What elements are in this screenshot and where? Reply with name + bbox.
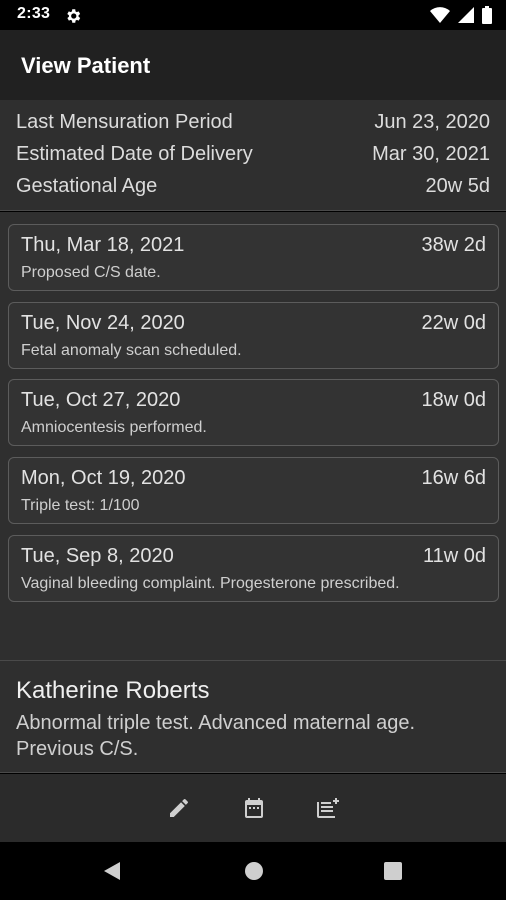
- settings-gear-icon: [67, 9, 81, 23]
- event-card[interactable]: Thu, Mar 18, 2021 38w 2d Proposed C/S da…: [8, 224, 499, 291]
- event-card[interactable]: Mon, Oct 19, 2020 16w 6d Triple test: 1/…: [8, 457, 499, 524]
- summary-label: Last Mensuration Period: [16, 111, 233, 133]
- summary-row-edd: Estimated Date of Delivery Mar 30, 2021: [16, 143, 490, 173]
- edit-button[interactable]: [165, 794, 193, 822]
- system-navigation-bar: [0, 842, 506, 900]
- system-icons: [430, 6, 492, 24]
- summary-label: Gestational Age: [16, 175, 158, 197]
- app-bar: View Patient: [0, 30, 506, 100]
- pregnancy-summary: Last Mensuration Period Jun 23, 2020 Est…: [0, 100, 506, 211]
- event-note: Proposed C/S date.: [21, 264, 161, 281]
- event-date: Thu, Mar 18, 2021: [21, 234, 185, 256]
- add-note-icon: [317, 798, 339, 818]
- patient-info: Katherine Roberts Abnormal triple test. …: [0, 660, 506, 773]
- status-time: 2:33: [17, 5, 51, 22]
- cellular-signal-icon: [458, 7, 474, 23]
- summary-value: Mar 30, 2021: [372, 143, 490, 165]
- home-icon[interactable]: [244, 861, 264, 881]
- event-note: Fetal anomaly scan scheduled.: [21, 342, 242, 359]
- event-list[interactable]: Thu, Mar 18, 2021 38w 2d Proposed C/S da…: [0, 212, 506, 660]
- summary-value: Jun 23, 2020: [374, 111, 490, 133]
- event-gestational-age: 11w 0d: [422, 545, 486, 567]
- summary-row-gestational-age: Gestational Age 20w 5d: [16, 175, 490, 205]
- wifi-icon: [430, 7, 450, 23]
- summary-row-lmp: Last Mensuration Period Jun 23, 2020: [16, 111, 490, 141]
- event-card[interactable]: Tue, Nov 24, 2020 22w 0d Fetal anomaly s…: [8, 302, 499, 369]
- back-icon[interactable]: [102, 861, 122, 881]
- summary-label: Estimated Date of Delivery: [16, 143, 253, 165]
- edit-icon: [170, 798, 189, 817]
- event-note: Triple test: 1/100: [21, 497, 140, 514]
- status-bar: 2:33: [0, 0, 506, 30]
- schedule-button[interactable]: [240, 794, 268, 822]
- patient-description: Abnormal triple test. Advanced maternal …: [16, 712, 416, 760]
- recents-icon[interactable]: [383, 861, 403, 881]
- event-card[interactable]: Tue, Oct 27, 2020 18w 0d Amniocentesis p…: [8, 379, 499, 446]
- add-note-button[interactable]: [315, 794, 343, 822]
- page-title: View Patient: [21, 53, 151, 78]
- battery-icon: [482, 6, 492, 24]
- event-gestational-age: 16w 6d: [421, 467, 487, 489]
- event-gestational-age: 22w 0d: [421, 312, 487, 334]
- event-gestational-age: 38w 2d: [421, 234, 487, 256]
- event-note: Amniocentesis performed.: [21, 419, 207, 436]
- event-date: Tue, Nov 24, 2020: [21, 312, 185, 334]
- event-gestational-age: 18w 0d: [421, 389, 487, 411]
- event-date: Tue, Oct 27, 2020: [21, 389, 181, 411]
- patient-name: Katherine Roberts: [16, 677, 210, 704]
- summary-value: 20w 5d: [425, 175, 491, 197]
- calendar-icon: [245, 798, 263, 818]
- bottom-action-bar: [0, 774, 506, 842]
- event-card[interactable]: Tue, Sep 8, 2020 11w 0d Vaginal bleeding…: [8, 535, 499, 602]
- event-note: Vaginal bleeding complaint. Progesterone…: [21, 575, 400, 592]
- event-date: Tue, Sep 8, 2020: [21, 545, 174, 567]
- event-date: Mon, Oct 19, 2020: [21, 467, 186, 489]
